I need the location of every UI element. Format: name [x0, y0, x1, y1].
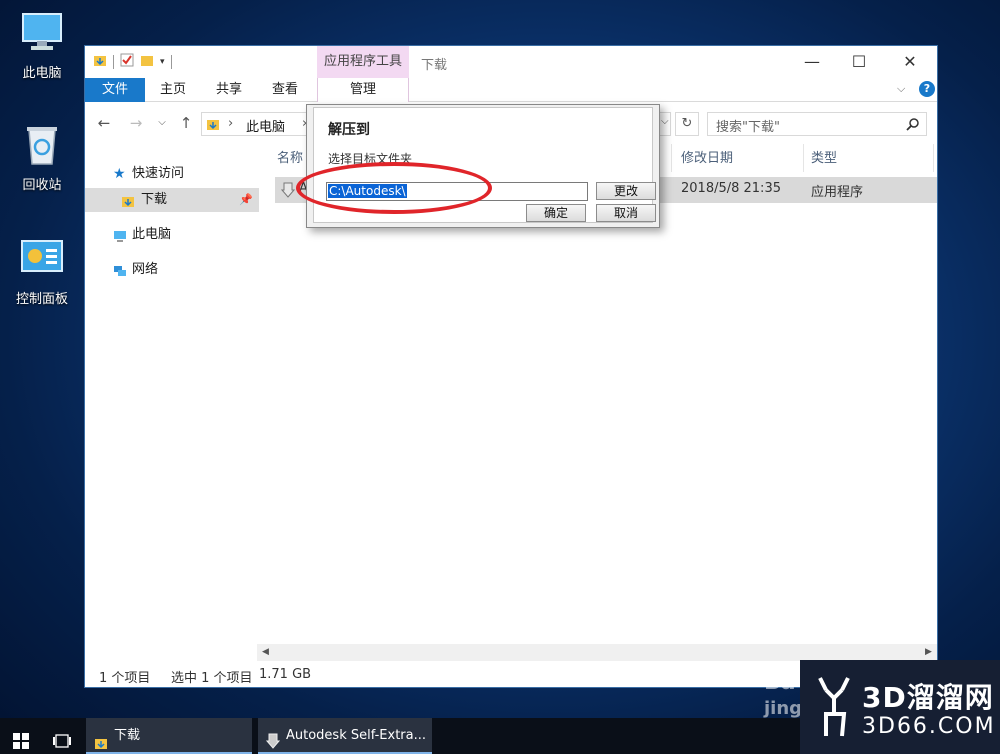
tab-manage[interactable]: 管理 — [317, 78, 409, 102]
change-button[interactable]: 更改 — [596, 182, 656, 200]
taskbar-explorer[interactable]: 下载 — [86, 718, 252, 754]
nav-downloads-label: 下载 — [141, 192, 168, 207]
file-modified: 2018/5/8 21:35 — [681, 181, 781, 196]
watermark: 3D溜溜网 3D66.COM — [800, 660, 1000, 754]
computer-icon — [19, 10, 65, 56]
up-button[interactable]: ↑ — [175, 112, 197, 134]
folder-down-icon[interactable] — [93, 53, 107, 71]
taskbar-autodesk-label: Autodesk Self-Extra... — [286, 728, 426, 743]
breadcrumb-this-pc[interactable]: 此电脑 — [246, 116, 285, 135]
folder-down-icon — [121, 193, 135, 207]
ribbon-tabs: 文件 主页 共享 查看 管理 ⌵ ? — [85, 78, 937, 102]
navigation-pane: ★ 快速访问 下载 📌 此电脑 网络 — [85, 150, 260, 640]
close-button[interactable]: ✕ — [887, 50, 933, 74]
network-icon — [113, 263, 127, 277]
back-button[interactable]: ← — [93, 112, 115, 134]
item-count: 1 个项目 — [99, 671, 151, 686]
expand-ribbon-icon[interactable]: ⌵ — [897, 82, 905, 96]
nav-quick-access-label: 快速访问 — [132, 166, 185, 181]
watermark-ghost-text2: jing — [764, 698, 803, 719]
quick-access-toolbar: ▾ — [93, 52, 172, 72]
computer-icon — [113, 228, 127, 242]
recycle-bin-icon — [19, 122, 65, 168]
search-icon — [906, 117, 920, 135]
tab-file[interactable]: 文件 — [85, 78, 145, 102]
windows-logo-icon — [13, 728, 29, 754]
tab-home[interactable]: 主页 — [149, 78, 197, 102]
window-title: 下载 — [421, 58, 448, 73]
file-type: 应用程序 — [811, 185, 864, 200]
refresh-button[interactable]: ↻ — [675, 112, 699, 136]
desktop-icon-this-pc[interactable]: 此电脑 — [7, 10, 77, 81]
desktop-icon-label: 控制面板 — [15, 292, 68, 307]
nav-network[interactable]: 网络 — [85, 258, 259, 282]
installer-icon — [265, 728, 281, 754]
maximize-button[interactable]: ☐ — [836, 50, 882, 74]
watermark-brand: 3D溜溜网 — [862, 681, 994, 714]
watermark-ghost-text: Ba — [764, 670, 796, 695]
nav-this-pc[interactable]: 此电脑 — [85, 223, 259, 247]
watermark-domain: 3D66.COM — [862, 714, 996, 739]
nav-quick-access[interactable]: ★ 快速访问 — [85, 162, 259, 186]
selected-count: 选中 1 个项目 — [171, 671, 253, 686]
task-view-icon — [52, 728, 72, 754]
cancel-button[interactable]: 取消 — [596, 204, 656, 222]
column-divider — [671, 144, 672, 172]
start-button[interactable] — [0, 718, 40, 754]
control-panel-icon — [19, 236, 65, 282]
scroll-left-icon[interactable]: ◀ — [257, 644, 274, 661]
search-box[interactable]: 搜索"下载" — [707, 112, 927, 136]
column-header-modified[interactable]: 修改日期 — [681, 146, 733, 172]
toolbar-divider — [170, 55, 172, 69]
column-divider — [933, 144, 934, 172]
watermark-ghost: Ba jing — [764, 670, 802, 720]
customize-toolbar-icon[interactable]: ▾ — [160, 57, 165, 67]
ok-button[interactable]: 确定 — [526, 204, 586, 222]
installer-icon — [280, 182, 296, 202]
taskbar-autodesk[interactable]: Autodesk Self-Extra... — [258, 718, 432, 754]
nav-downloads[interactable]: 下载 📌 — [85, 188, 259, 212]
desktop-icon-label: 回收站 — [22, 178, 62, 193]
column-header-name[interactable]: 名称 — [277, 146, 303, 172]
star-icon: ★ — [113, 166, 126, 182]
desktop-icon-recycle-bin[interactable]: 回收站 — [7, 122, 77, 193]
desktop-icon-label: 此电脑 — [22, 66, 62, 81]
nav-this-pc-label: 此电脑 — [132, 227, 172, 242]
folder-down-icon — [94, 729, 108, 754]
recent-locations-button[interactable]: ⌵ — [151, 112, 173, 134]
new-folder-icon[interactable] — [140, 53, 154, 71]
taskbar-explorer-label: 下载 — [114, 728, 141, 743]
deer-logo-icon — [812, 674, 856, 744]
annotation-ellipse — [296, 162, 492, 214]
search-placeholder: 搜索"下载" — [716, 120, 780, 135]
properties-icon[interactable] — [120, 53, 134, 71]
folder-down-icon — [206, 117, 220, 135]
help-icon[interactable]: ? — [919, 81, 935, 97]
breadcrumb-separator: › — [228, 116, 234, 131]
toolbar-divider — [113, 55, 114, 69]
pin-icon[interactable]: 📌 — [239, 188, 253, 212]
dialog-title: 解压到 — [328, 122, 370, 138]
scroll-right-icon[interactable]: ▶ — [920, 644, 937, 661]
tab-share[interactable]: 共享 — [205, 78, 253, 102]
tab-view[interactable]: 查看 — [261, 78, 309, 102]
context-tab-group: 应用程序工具 — [317, 46, 409, 78]
selected-size: 1.71 GB — [259, 667, 312, 682]
task-view-button[interactable] — [42, 718, 82, 754]
nav-network-label: 网络 — [132, 262, 159, 277]
address-dropdown-icon[interactable]: ⌵ — [661, 116, 669, 127]
column-divider — [803, 144, 804, 172]
minimize-button[interactable]: — — [789, 50, 835, 74]
desktop-icon-control-panel[interactable]: 控制面板 — [7, 236, 77, 307]
column-header-type[interactable]: 类型 — [811, 146, 837, 172]
forward-button[interactable]: → — [125, 112, 147, 134]
horizontal-scrollbar[interactable]: ◀ ▶ — [257, 644, 937, 661]
